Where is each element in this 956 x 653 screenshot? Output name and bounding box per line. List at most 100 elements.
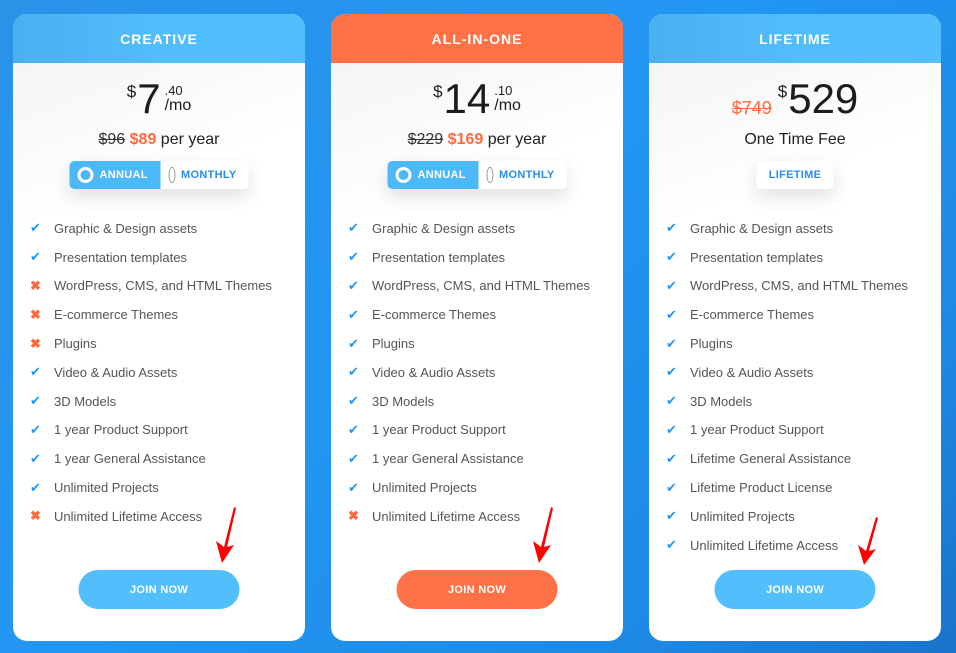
feature-item: ✔ Video & Audio Assets (348, 358, 613, 387)
feature-label: Unlimited Projects (54, 480, 159, 496)
feature-label: Video & Audio Assets (54, 364, 178, 380)
feature-item: ✔ Presentation templates (30, 243, 295, 272)
check-icon: ✔ (666, 220, 677, 236)
cross-icon: ✖ (30, 277, 41, 293)
new-yearly-price: $169 (447, 131, 484, 148)
check-icon: ✔ (30, 479, 41, 495)
check-icon: ✔ (30, 249, 41, 265)
check-icon: ✔ (666, 537, 677, 553)
feature-label: Graphic & Design assets (54, 220, 198, 236)
feature-item: ✔ Unlimited Projects (666, 502, 931, 531)
feature-item: ✔ E-commerce Themes (666, 300, 931, 329)
join-now-button[interactable]: JOIN NOW (78, 570, 240, 609)
feature-label: E-commerce Themes (54, 307, 179, 323)
pricing-card-all-in-one: ALL-IN-ONE $ 14 .10 /mo $229 $169 per ye… (331, 14, 623, 641)
feature-label: Unlimited Projects (690, 508, 795, 524)
feature-item: ✔ Unlimited Projects (30, 473, 295, 502)
feature-label: Unlimited Lifetime Access (54, 508, 203, 524)
billing-option-annual[interactable]: ANNUAL (69, 161, 161, 189)
feature-label: WordPress, CMS, and HTML Themes (54, 278, 272, 294)
feature-label: Presentation templates (372, 249, 505, 265)
billing-option-monthly[interactable]: MONTHLY (478, 161, 567, 189)
feature-label: WordPress, CMS, and HTML Themes (690, 278, 908, 294)
feature-label: Graphic & Design assets (372, 220, 516, 236)
feature-label: Presentation templates (54, 249, 187, 265)
radio-unselected-icon (168, 167, 176, 183)
yearly-price: $96 $89 per year (13, 131, 305, 149)
plan-name: LIFETIME (759, 30, 831, 47)
plan-name: ALL-IN-ONE (431, 30, 523, 47)
feature-label: 1 year General Assistance (54, 451, 206, 467)
plan-header: ALL-IN-ONE (331, 14, 623, 63)
monthly-price: $ 7 .40 /mo (13, 76, 305, 122)
check-icon: ✔ (30, 393, 41, 409)
currency-symbol: $ (433, 82, 443, 101)
check-icon: ✔ (348, 249, 359, 265)
billing-option-label: ANNUAL (417, 169, 466, 181)
feature-item: ✔ 3D Models (348, 387, 613, 416)
cross-icon: ✖ (348, 508, 359, 524)
feature-label: Video & Audio Assets (372, 364, 496, 380)
feature-list: ✔ Graphic & Design assets ✔ Presentation te… (348, 214, 613, 531)
feature-item: ✔ 3D Models (666, 387, 931, 416)
check-icon: ✔ (348, 393, 359, 409)
join-now-button[interactable]: JOIN NOW (714, 570, 876, 609)
check-icon: ✔ (666, 335, 677, 351)
feature-item: ✔ 1 year General Assistance (30, 444, 295, 473)
feature-item: ✔ WordPress, CMS, and HTML Themes (666, 272, 931, 301)
feature-list: ✔ Graphic & Design assets ✔ Presentation te… (666, 214, 931, 560)
plan-name: CREATIVE (120, 30, 198, 47)
feature-label: Lifetime Product License (690, 480, 833, 496)
feature-label: Unlimited Projects (372, 480, 477, 496)
feature-label: 1 year Product Support (54, 422, 188, 438)
check-icon: ✔ (666, 508, 677, 524)
check-icon: ✔ (348, 335, 359, 351)
feature-label: E-commerce Themes (372, 307, 497, 323)
check-icon: ✔ (666, 479, 677, 495)
check-icon: ✔ (666, 450, 677, 466)
feature-item: ✖ Plugins (30, 329, 295, 358)
old-yearly-price: $229 (407, 131, 444, 148)
price-amount: 7 (137, 75, 161, 122)
old-yearly-price: $96 (98, 131, 126, 148)
cross-icon: ✖ (30, 335, 41, 351)
radio-unselected-icon (486, 167, 494, 183)
lifetime-badge[interactable]: LIFETIME (756, 161, 834, 189)
check-icon: ✔ (348, 364, 359, 380)
cross-icon: ✖ (30, 508, 41, 524)
feature-item: ✔ Unlimited Projects (348, 473, 613, 502)
monthly-price: $ 14 .10 /mo (331, 76, 623, 122)
annotation-arrow-icon (858, 517, 878, 565)
feature-item: ✔ Lifetime Product License (666, 473, 931, 502)
feature-label: 3D Models (372, 393, 435, 409)
pricing-card-lifetime: LIFETIME $749 $ 529 One Time Fee LIFETIM… (649, 14, 941, 641)
feature-label: Plugins (690, 336, 733, 352)
feature-label: Lifetime General Assistance (690, 451, 852, 467)
one-time-price: $749 $ 529 (649, 76, 941, 122)
feature-item: ✔ Lifetime General Assistance (666, 444, 931, 473)
billing-option-label: MONTHLY (181, 169, 237, 181)
price-period: /mo (164, 97, 192, 114)
pricing-card-creative: CREATIVE $ 7 .40 /mo $96 $89 per year AN… (13, 14, 305, 641)
plan-header: CREATIVE (13, 14, 305, 63)
feature-item: ✔ 3D Models (30, 387, 295, 416)
feature-item: ✔ Video & Audio Assets (666, 358, 931, 387)
billing-option-annual[interactable]: ANNUAL (387, 161, 479, 189)
feature-item: ✔ Plugins (666, 329, 931, 358)
feature-item: ✔ Unlimited Lifetime Access (666, 531, 931, 560)
old-price: $749 (731, 98, 772, 118)
feature-item: ✔ 1 year Product Support (666, 416, 931, 445)
currency-symbol: $ (126, 82, 137, 101)
check-icon: ✔ (666, 393, 677, 409)
check-icon: ✔ (666, 249, 677, 265)
billing-option-label: MONTHLY (499, 169, 555, 181)
radio-selected-icon (395, 167, 412, 183)
radio-selected-icon (77, 167, 94, 183)
billing-option-monthly[interactable]: MONTHLY (160, 161, 249, 189)
feature-label: WordPress, CMS, and HTML Themes (372, 278, 590, 294)
annotation-arrow-icon (216, 507, 236, 563)
feature-item: ✔ 1 year Product Support (348, 416, 613, 445)
check-icon: ✔ (666, 364, 677, 380)
join-now-button[interactable]: JOIN NOW (396, 570, 558, 609)
feature-list: ✔ Graphic & Design assets ✔ Presentation te… (30, 214, 295, 531)
